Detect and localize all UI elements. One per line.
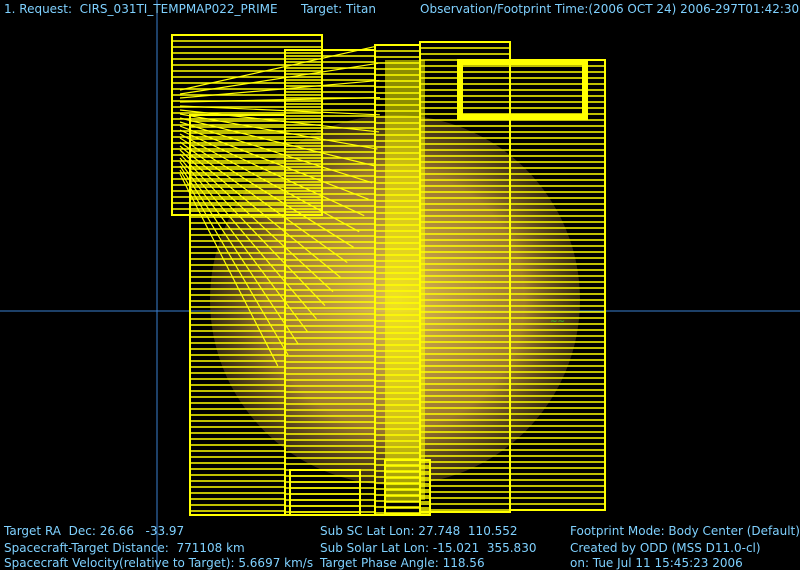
footprint-strip [289,469,361,516]
limb-marker: ~~ [550,317,565,327]
target-ra-dec: Target RA Dec: 26.66 -33.97 [4,524,185,538]
sub-sc-lat-lon: Sub SC Lat Lon: 27.748 110.552 [320,524,518,538]
target-phase-angle: Target Phase Angle: 118.56 [320,556,485,570]
request-label: 1. Request: CIRS_031TI_TEMPMAP022_PRIME [4,2,278,16]
target-label: Target: Titan [301,2,376,16]
footprint-plot: ~~ [0,0,800,570]
created-on: on: Tue Jul 11 15:45:23 2006 [570,556,743,570]
footprint-mode: Footprint Mode: Body Center (Default) [570,524,800,538]
spacecraft-velocity: Spacecraft Velocity(relative to Target):… [4,556,314,570]
footprint-column [385,60,425,500]
sub-solar-lat-lon: Sub Solar Lat Lon: -15.021 355.830 [320,541,537,555]
spacecraft-distance: Spacecraft-Target Distance: 771108 km [4,541,245,555]
observation-time-label: Observation/Footprint Time:(2006 OCT 24)… [420,2,800,16]
created-by: Created by ODD (MSS D11.0-cl) [570,541,761,555]
